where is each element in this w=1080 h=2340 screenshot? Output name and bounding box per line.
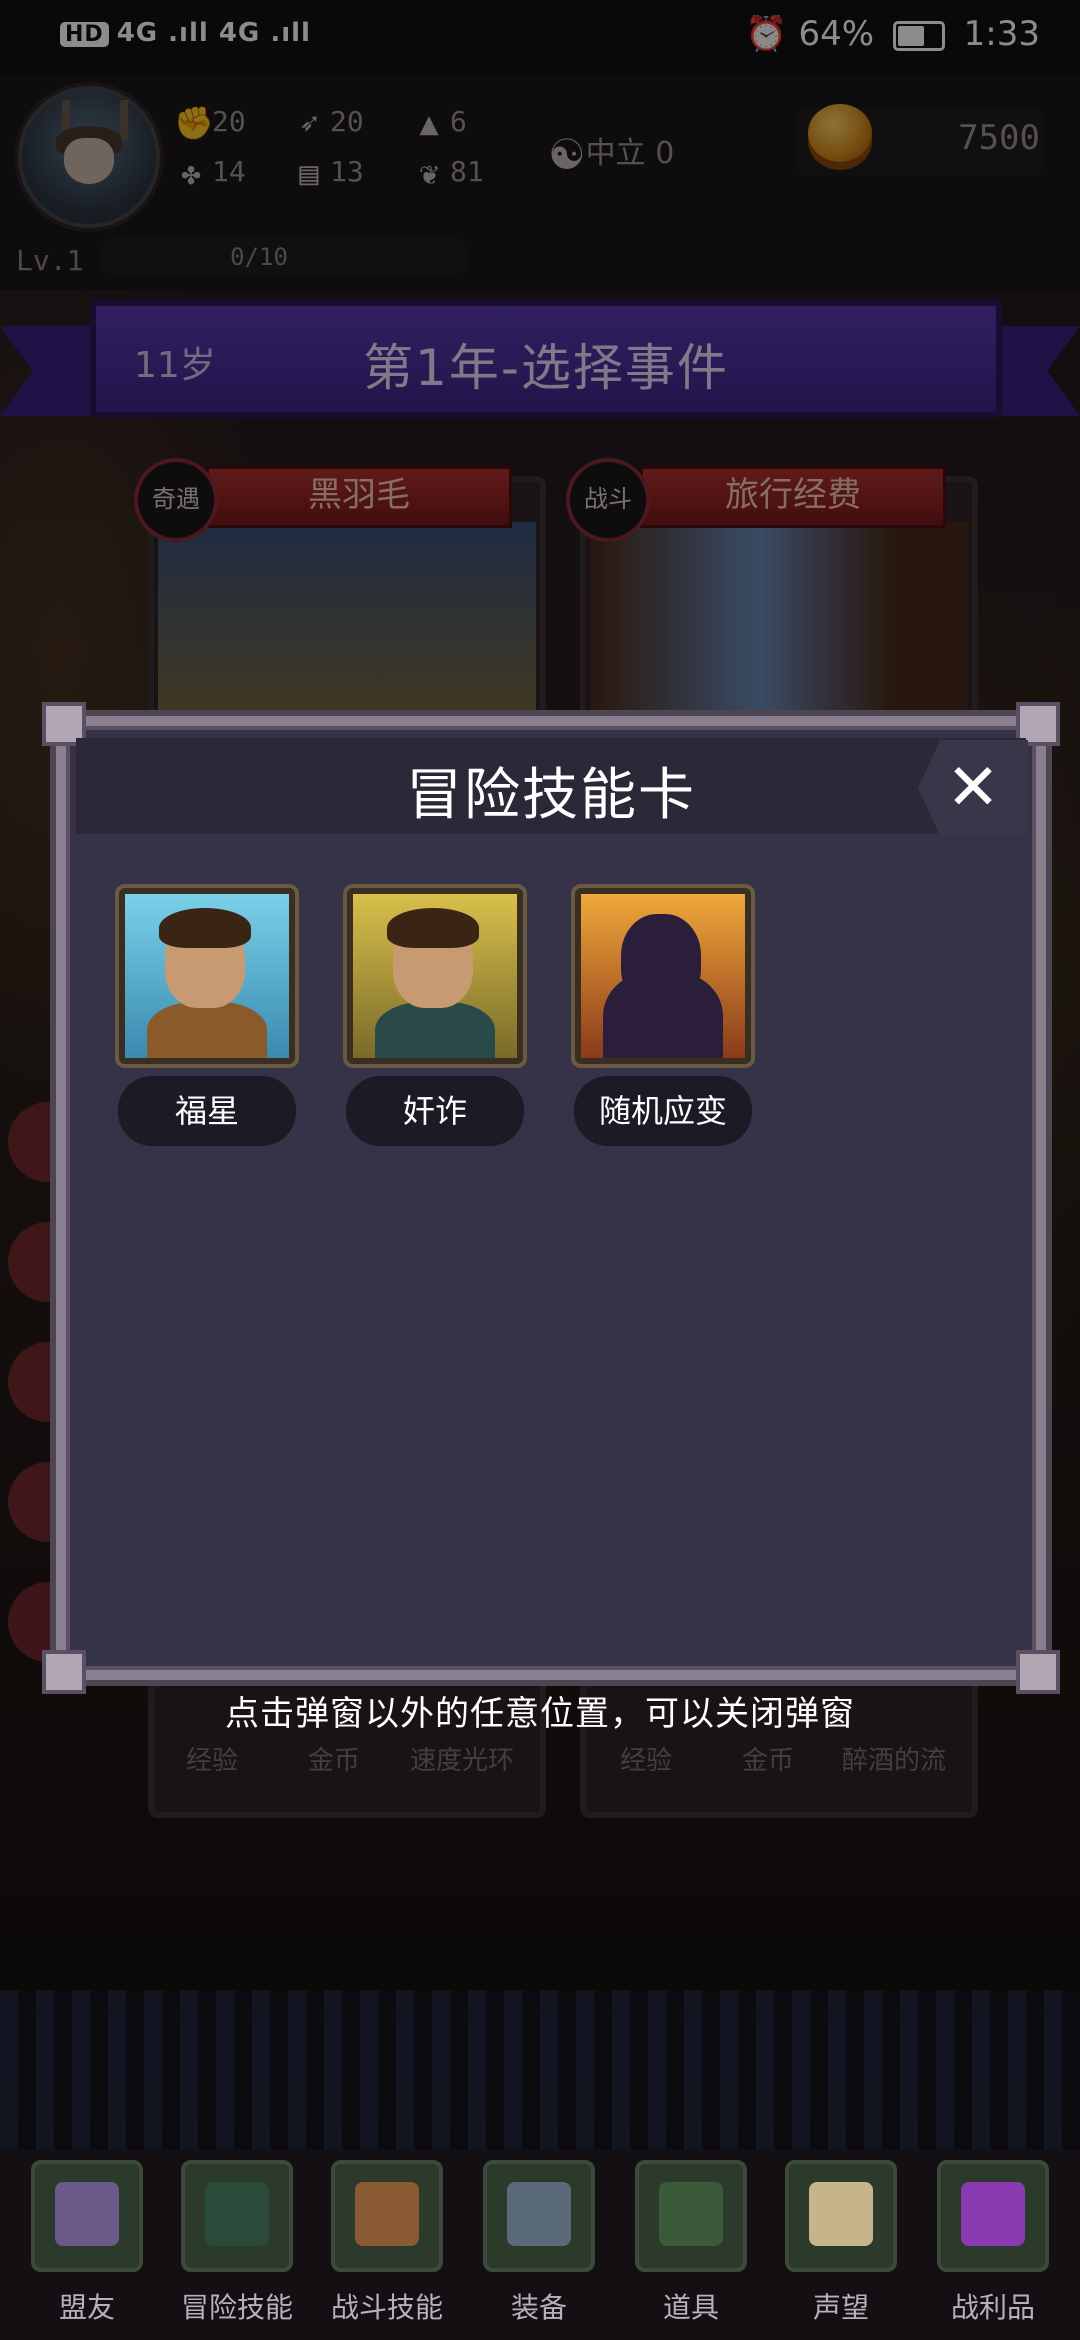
nav-allies[interactable]: 盟友: [12, 2160, 162, 2326]
close-icon: ✕: [946, 751, 1000, 825]
backpack-icon: [331, 2160, 443, 2272]
bottom-nav: 盟友 冒险技能 战斗技能 装备 道具 声望 战利品: [0, 2150, 1080, 2340]
gloves-icon: [31, 2160, 143, 2272]
treasure-chest-icon: [937, 2160, 1049, 2272]
spellbook-icon: [181, 2160, 293, 2272]
close-hint: 点击弹窗以外的任意位置，可以关闭弹窗: [225, 1694, 855, 1734]
skill-portrait: [115, 884, 299, 1068]
crossed-swords-icon: [483, 2160, 595, 2272]
skill-card[interactable]: 随机应变: [571, 884, 755, 1146]
skill-card-modal: 冒险技能卡 ✕ 福星 奸诈 随机应变: [42, 702, 1060, 1694]
skill-name: 福星: [118, 1076, 296, 1146]
scroll-icon: [785, 2160, 897, 2272]
skill-name: 奸诈: [346, 1076, 524, 1146]
nav-loot[interactable]: 战利品: [918, 2160, 1068, 2326]
skill-name: 随机应变: [574, 1076, 752, 1146]
skill-card[interactable]: 福星: [115, 884, 299, 1146]
nav-adventure-skills[interactable]: 冒险技能: [162, 2160, 312, 2326]
close-button[interactable]: ✕: [918, 740, 1028, 836]
modal-title: 冒险技能卡: [406, 763, 696, 828]
skill-portrait: [571, 884, 755, 1068]
nav-reputation[interactable]: 声望: [766, 2160, 916, 2326]
nav-equipment[interactable]: 装备: [464, 2160, 614, 2326]
nav-combat-skills[interactable]: 战斗技能: [312, 2160, 462, 2326]
nav-items[interactable]: 道具: [616, 2160, 766, 2326]
pouch-icon: [635, 2160, 747, 2272]
skill-card[interactable]: 奸诈: [343, 884, 527, 1146]
skill-portrait: [343, 884, 527, 1068]
